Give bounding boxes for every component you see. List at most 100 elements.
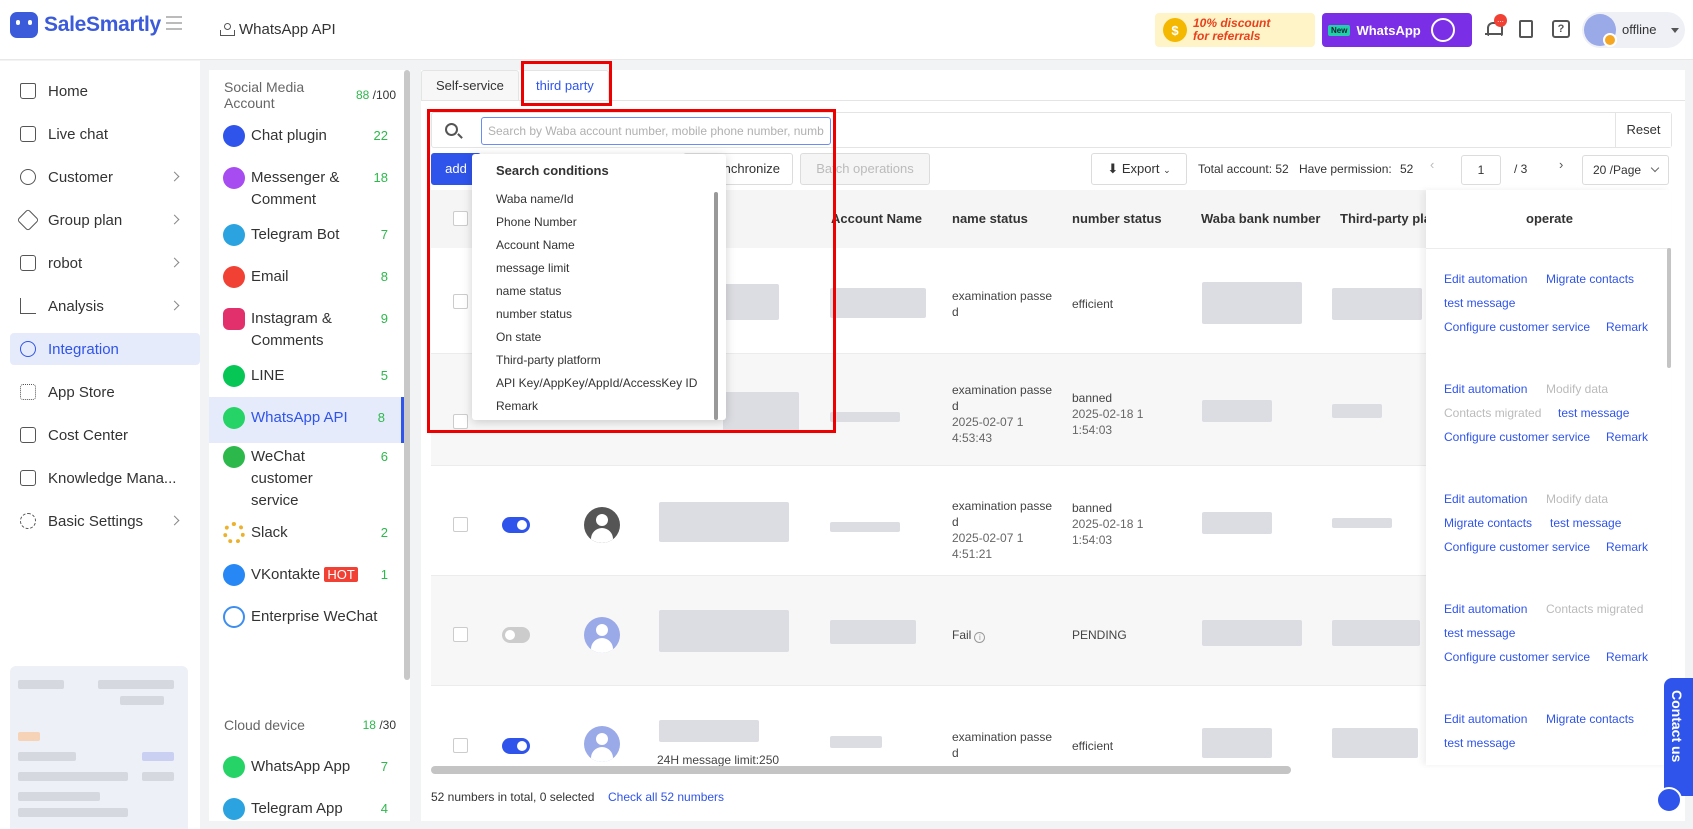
channel-instagram[interactable]: Instagram & Comments 9	[209, 308, 404, 352]
channel-line[interactable]: LINE 5	[209, 365, 404, 387]
migrate-contacts-link[interactable]: Migrate contacts	[1546, 272, 1634, 286]
name-status-text: examination passe	[952, 383, 1053, 397]
app-logo[interactable]: SaleSmartly	[10, 12, 161, 38]
whatsapp-promo-banner[interactable]: New WhatsApp	[1322, 13, 1472, 47]
avatar	[584, 617, 620, 653]
sidebar-item-group-plan[interactable]: Group plan	[10, 204, 200, 236]
channel-list-scrollbar[interactable]	[404, 70, 410, 680]
app-name: SaleSmartly	[44, 13, 161, 36]
cloud-quota-total: /30	[379, 718, 396, 732]
sidebar-item-analysis[interactable]: Analysis	[10, 290, 200, 322]
status-toggle[interactable]	[502, 738, 530, 754]
channel-count: 9	[380, 311, 388, 326]
channel-wechat-service[interactable]: WeChat customer service 6	[209, 446, 404, 512]
status-toggle[interactable]	[502, 627, 530, 643]
migrate-contacts-link[interactable]: Migrate contacts	[1444, 516, 1532, 530]
sidebar-item-app-store[interactable]: App Store	[10, 376, 200, 408]
configure-customer-service-link[interactable]: Configure customer service	[1444, 540, 1590, 554]
whatsapp-icon	[1430, 18, 1455, 42]
whatsapp-promo-text: WhatsApp	[1356, 22, 1421, 38]
name-status: examination passe d 2025-02-07 1 4:51:21	[952, 498, 1057, 562]
channel-whatsapp-api[interactable]: WhatsApp API 8	[209, 397, 404, 443]
help-icon[interactable]: ?	[1552, 20, 1570, 38]
channel-slack[interactable]: Slack 2	[209, 522, 404, 544]
channel-vkontakte[interactable]: VKontakte HOT 1	[209, 564, 404, 586]
remark-link[interactable]: Remark	[1606, 540, 1648, 554]
remark-link[interactable]: Remark	[1606, 430, 1648, 444]
channel-telegram-app[interactable]: Telegram App 4	[209, 798, 404, 820]
sidebar-item-cost-center[interactable]: Cost Center	[10, 419, 200, 451]
hot-badge: HOT	[324, 567, 358, 582]
page-number-input[interactable]: 1	[1461, 155, 1501, 185]
table-horizontal-scrollbar[interactable]	[431, 766, 1291, 774]
clipboard-icon[interactable]	[1519, 20, 1533, 38]
contact-us-tab[interactable]: Contact us	[1664, 678, 1693, 796]
check-all-link[interactable]: Check all 52 numbers	[608, 790, 724, 804]
sidebar-item-robot[interactable]: robot	[10, 247, 200, 279]
redacted-text	[18, 792, 100, 801]
whatsapp-icon	[223, 756, 245, 778]
sidebar-item-integration[interactable]: Integration	[10, 333, 200, 365]
reset-button[interactable]: Reset	[1615, 113, 1671, 147]
test-message-link[interactable]: test message	[1444, 626, 1515, 640]
sidebar-item-knowledge[interactable]: Knowledge Mana...	[10, 462, 200, 494]
channel-messenger[interactable]: Messenger & Comment 18	[209, 167, 404, 211]
test-message-link[interactable]: test message	[1444, 736, 1515, 750]
test-message-link[interactable]: test message	[1550, 516, 1621, 530]
user-status: offline	[1622, 22, 1657, 37]
page-size-select[interactable]: 20 /Page	[1582, 155, 1669, 185]
permission-label: Have permission:	[1299, 162, 1392, 176]
channel-chat-plugin[interactable]: Chat plugin 22	[209, 125, 404, 147]
channel-count: 2	[380, 525, 388, 540]
channel-enterprise-wechat[interactable]: Enterprise WeChat	[209, 606, 404, 628]
remark-link[interactable]: Remark	[1606, 320, 1648, 334]
row-checkbox[interactable]	[453, 627, 468, 642]
sidebar-item-label: Cost Center	[48, 426, 129, 444]
user-menu[interactable]: offline	[1582, 12, 1685, 48]
edit-automation-link[interactable]: Edit automation	[1444, 602, 1527, 616]
column-operate: operate	[1526, 211, 1573, 226]
chat-bubble-icon[interactable]	[1656, 787, 1682, 813]
channel-label: VKontakte	[251, 566, 321, 583]
status-toggle[interactable]	[502, 517, 530, 533]
sidebar-item-basic-settings[interactable]: Basic Settings	[10, 505, 200, 537]
test-message-link[interactable]: test message	[1558, 406, 1629, 420]
chevron-right-icon	[169, 171, 180, 182]
next-page-icon[interactable]: ›	[1559, 157, 1563, 172]
edit-automation-link[interactable]: Edit automation	[1444, 492, 1527, 506]
sidebar-item-customer[interactable]: Customer	[10, 161, 200, 193]
migrate-contacts-link[interactable]: Migrate contacts	[1546, 712, 1634, 726]
channel-count: 8	[377, 410, 385, 425]
redacted-text	[659, 610, 789, 652]
referral-promo-banner[interactable]: $ 10% discount for referrals	[1155, 13, 1315, 47]
channel-count: 8	[380, 269, 388, 284]
channel-email[interactable]: Email 8	[209, 266, 404, 288]
account-usage-card	[10, 666, 188, 829]
sidebar-item-label: Customer	[48, 168, 114, 186]
configure-customer-service-link[interactable]: Configure customer service	[1444, 650, 1590, 664]
edit-automation-link[interactable]: Edit automation	[1444, 272, 1527, 286]
channel-whatsapp-app[interactable]: WhatsApp App 7	[209, 756, 404, 778]
tab-self-service[interactable]: Self-service	[421, 70, 519, 100]
table-vertical-scrollbar[interactable]	[1667, 248, 1671, 368]
prev-page-icon[interactable]: ‹	[1430, 157, 1434, 172]
name-status-text: Fail	[952, 628, 972, 642]
configure-customer-service-link[interactable]: Configure customer service	[1444, 320, 1590, 334]
info-icon[interactable]: i	[974, 632, 986, 643]
sidebar-item-live-chat[interactable]: Live chat	[10, 118, 200, 150]
channel-telegram-bot[interactable]: Telegram Bot 7	[209, 224, 404, 246]
referral-promo-text: 10% discount for referrals	[1193, 17, 1270, 43]
row-checkbox[interactable]	[453, 517, 468, 532]
export-button[interactable]: ⬇ Export ⌄	[1091, 153, 1187, 185]
name-status-date: 2025-02-07 1 4:53:43	[952, 415, 1024, 445]
redacted-text	[1202, 728, 1272, 758]
edit-automation-link[interactable]: Edit automation	[1444, 712, 1527, 726]
remark-link[interactable]: Remark	[1606, 650, 1648, 664]
test-message-link[interactable]: test message	[1444, 296, 1515, 310]
configure-customer-service-link[interactable]: Configure customer service	[1444, 430, 1590, 444]
menu-toggle-icon[interactable]	[166, 16, 182, 30]
row-checkbox[interactable]	[453, 738, 468, 753]
edit-automation-link[interactable]: Edit automation	[1444, 382, 1527, 396]
sidebar-item-home[interactable]: Home	[10, 75, 200, 107]
page-size-value: 20 /Page	[1593, 163, 1642, 177]
